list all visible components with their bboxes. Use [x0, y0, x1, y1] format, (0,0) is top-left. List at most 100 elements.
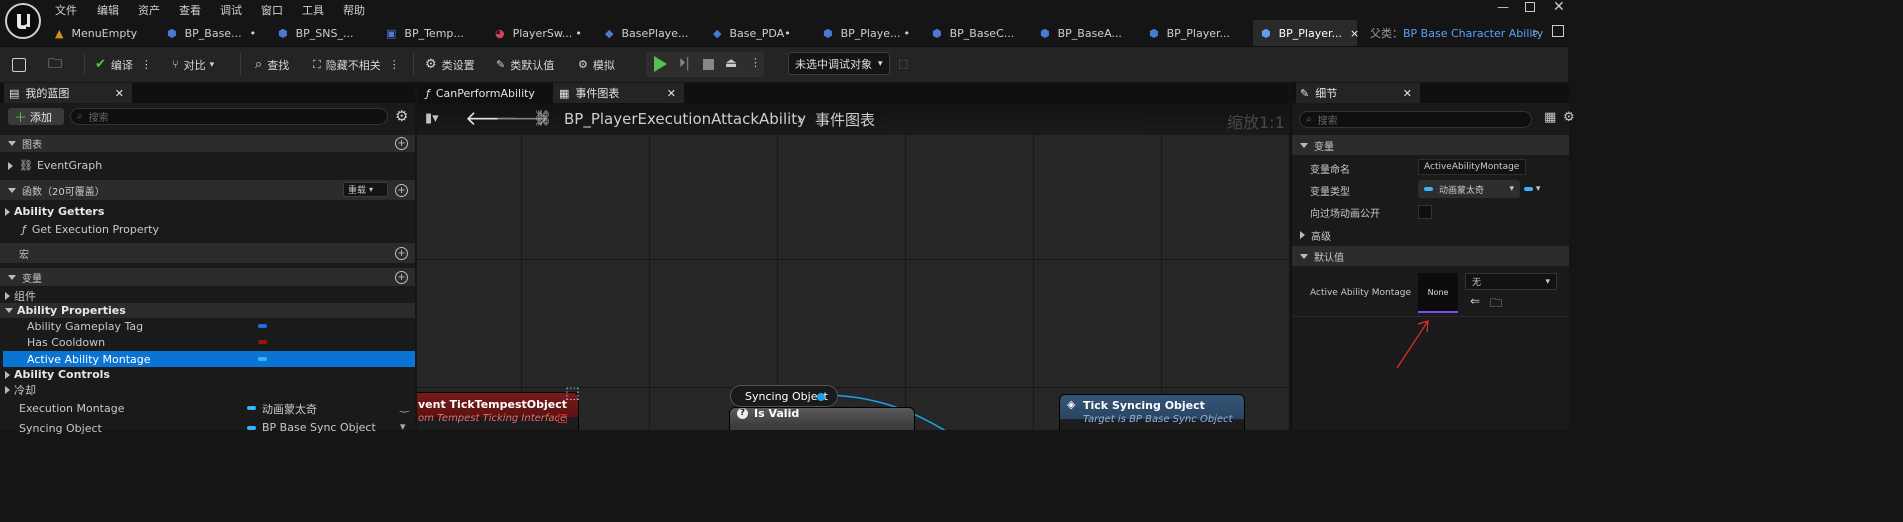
tab-bp-player[interactable]: ⬢ BP_Player...	[1149, 20, 1249, 46]
add-button[interactable]: ＋ 添加	[8, 108, 64, 126]
output-pin-icon[interactable]	[817, 393, 825, 401]
node-tick-syncing-object[interactable]: ◈ Tick Syncing Object Target is BP Base …	[1059, 394, 1245, 430]
data-asset-icon: ◆	[713, 26, 722, 40]
debug-world-icon[interactable]: ⬚	[898, 57, 908, 70]
list-item-eventgraph[interactable]: ⛓ EventGraph	[0, 157, 415, 174]
menu-file[interactable]: 文件	[55, 2, 77, 18]
variable-section-header[interactable]: 变量	[1292, 135, 1569, 155]
add-function-icon[interactable]: +	[395, 184, 408, 197]
search-icon[interactable]: ⌕	[1532, 25, 1539, 40]
class-settings-button[interactable]: ⚙ 类设置	[425, 47, 475, 82]
use-selected-icon[interactable]: ⇐	[1470, 294, 1480, 308]
type-pill	[247, 406, 256, 410]
tab-bp-basea[interactable]: ⬢ BP_BaseA...	[1040, 20, 1140, 46]
variables-category[interactable]: 变量 +	[0, 268, 415, 286]
menu-window[interactable]: 窗口	[261, 2, 283, 18]
macros-category[interactable]: 宏 +	[0, 243, 415, 263]
override-dropdown[interactable]: 重载 ▾	[343, 182, 388, 197]
search-input[interactable]: ⌕ 搜索	[70, 108, 388, 125]
tab-bp-sns[interactable]: ⬢ BP_SNS_...	[278, 20, 378, 46]
more-icon[interactable]: ⋮	[750, 56, 761, 69]
details-search-input[interactable]: ⌕ 搜索	[1299, 111, 1532, 128]
components-category[interactable]: 组件	[0, 288, 415, 303]
tab-playersw[interactable]: ◕ PlayerSw... •	[495, 20, 595, 46]
variable-type-dropdown[interactable]: 动画蒙太奇 ▾	[1418, 180, 1520, 198]
class-defaults-button[interactable]: ✎ 类默认值	[496, 47, 554, 82]
close-window-icon[interactable]: ✕	[1553, 0, 1565, 15]
tab-bp-base[interactable]: ⬢ BP_Base... •	[167, 20, 267, 46]
ability-properties-category[interactable]: Ability Properties	[0, 303, 415, 318]
function-get-execution-property[interactable]: ƒ Get Execution Property	[0, 221, 415, 238]
menu-view[interactable]: 查看	[179, 2, 201, 18]
variable-syncing-object[interactable]: Syncing Object BP Base Sync Object ▾	[0, 420, 415, 436]
more-icon[interactable]: ⋮	[389, 58, 400, 71]
ability-controls-category[interactable]: Ability Controls	[0, 367, 415, 382]
save-button[interactable]	[12, 47, 26, 82]
close-icon[interactable]: ✕	[1403, 87, 1412, 100]
parent-class-link[interactable]: BP Base Character Ability	[1403, 27, 1543, 40]
panel-toggle-icon[interactable]	[1552, 25, 1564, 37]
graphs-category[interactable]: 图表 +	[0, 135, 415, 152]
tab-bp-basec[interactable]: ⬢ BP_BaseC...	[932, 20, 1032, 46]
minimize-icon[interactable]: —	[1497, 0, 1509, 14]
variable-name-field[interactable]: ActiveAbilityMontage	[1418, 159, 1526, 175]
container-type-dropdown[interactable]: ▾	[1524, 184, 1540, 194]
gear-icon[interactable]: ⚙	[395, 107, 408, 125]
more-icon[interactable]: ⋮	[141, 58, 152, 71]
menu-edit[interactable]: 编辑	[97, 2, 119, 18]
unreal-logo[interactable]	[5, 3, 41, 39]
gear-icon[interactable]: ⚙	[1563, 110, 1575, 125]
tab-baseplaye[interactable]: ◆ BasePlaye...	[605, 20, 705, 46]
asset-picker-dropdown[interactable]: 无 ▾	[1465, 273, 1557, 290]
close-tab-icon[interactable]: ×	[1350, 27, 1359, 40]
variable-ability-gameplay-tag[interactable]: Ability Gameplay Tag	[0, 318, 415, 334]
find-button[interactable]: ⌕ 查找	[255, 47, 289, 82]
event-node-tick-tempest[interactable]: vent TickTempestObject om Tempest Tickin…	[417, 392, 579, 430]
advanced-section-header[interactable]: 高级	[1292, 224, 1569, 246]
variable-execution-montage[interactable]: Execution Montage 动画蒙太奇 ‿	[0, 400, 415, 416]
tab-bp-player-active[interactable]: ⬢ BP_Player... ×	[1253, 20, 1359, 46]
menu-help[interactable]: 帮助	[343, 2, 365, 18]
type-pill	[247, 426, 256, 430]
menu-tools[interactable]: 工具	[302, 2, 324, 18]
default-value-section-header[interactable]: 默认值	[1292, 246, 1569, 266]
tab-menuempty[interactable]: ▲ MenuEmpty	[55, 20, 155, 46]
play-icon[interactable]	[654, 56, 667, 72]
variable-active-ability-montage[interactable]: Active Ability Montage	[3, 351, 415, 367]
step-icon[interactable]: ⏵|	[679, 56, 690, 71]
add-graph-icon[interactable]: +	[395, 137, 408, 150]
cooldown-category[interactable]: 冷却	[0, 382, 415, 397]
debug-target-dropdown[interactable]: 未选中调试对象 ▾	[788, 52, 890, 75]
thumbnail-label: None	[1427, 287, 1449, 297]
browse-button[interactable]: 🗀	[48, 47, 62, 82]
diff-button[interactable]: ⑂ 对比 ▾	[172, 47, 214, 82]
compile-button[interactable]: ✔ 编译 ⋮	[95, 47, 152, 82]
close-icon[interactable]: ✕	[115, 87, 124, 100]
tab-bp-temp[interactable]: ▣ BP_Temp...	[386, 20, 486, 46]
add-variable-icon[interactable]: +	[395, 271, 408, 284]
expose-cinematics-checkbox[interactable]	[1418, 205, 1432, 219]
view-options-icon[interactable]: ▦	[1544, 110, 1556, 125]
menu-asset[interactable]: 资产	[138, 2, 160, 18]
menu-debug[interactable]: 调试	[220, 2, 242, 18]
tab-label: BP_Temp...	[404, 26, 464, 40]
asset-thumbnail[interactable]: None	[1418, 273, 1458, 313]
delegate-pin-icon[interactable]	[558, 414, 567, 423]
ability-getters-category[interactable]: Ability Getters	[0, 203, 415, 220]
simulate-button[interactable]: ⚙ 模拟	[578, 47, 615, 82]
restore-icon[interactable]	[1525, 2, 1535, 12]
my-blueprint-tab[interactable]: ▤ 我的蓝图 ✕	[4, 83, 132, 103]
details-tab[interactable]: ✎ 细节 ✕	[1296, 83, 1420, 103]
add-macro-icon[interactable]: +	[395, 247, 408, 260]
graph-editor[interactable]: ƒ CanPerformAbility ▦ 事件图表 ✕ ▮▾ 🡐 🡒 ⛓ BP…	[417, 83, 1289, 430]
browse-asset-icon[interactable]: 🗀	[1490, 294, 1502, 315]
tab-base-pda[interactable]: ◆ Base_PDA •	[713, 20, 813, 46]
hide-unrelated-button[interactable]: ⛶ 隐藏不相关 ⋮	[313, 47, 400, 82]
node-is-valid[interactable]: ? Is Valid	[729, 407, 915, 430]
node-syncing-object[interactable]: Syncing Object	[730, 385, 838, 407]
functions-category[interactable]: 函数（20可覆盖） 重载 ▾ +	[0, 180, 415, 200]
stop-icon[interactable]	[703, 59, 714, 70]
tab-bp-playe[interactable]: ⬢ BP_Playe... •	[823, 20, 923, 46]
variable-has-cooldown[interactable]: Has Cooldown	[0, 334, 415, 350]
eject-icon[interactable]: ⏏	[725, 56, 737, 71]
